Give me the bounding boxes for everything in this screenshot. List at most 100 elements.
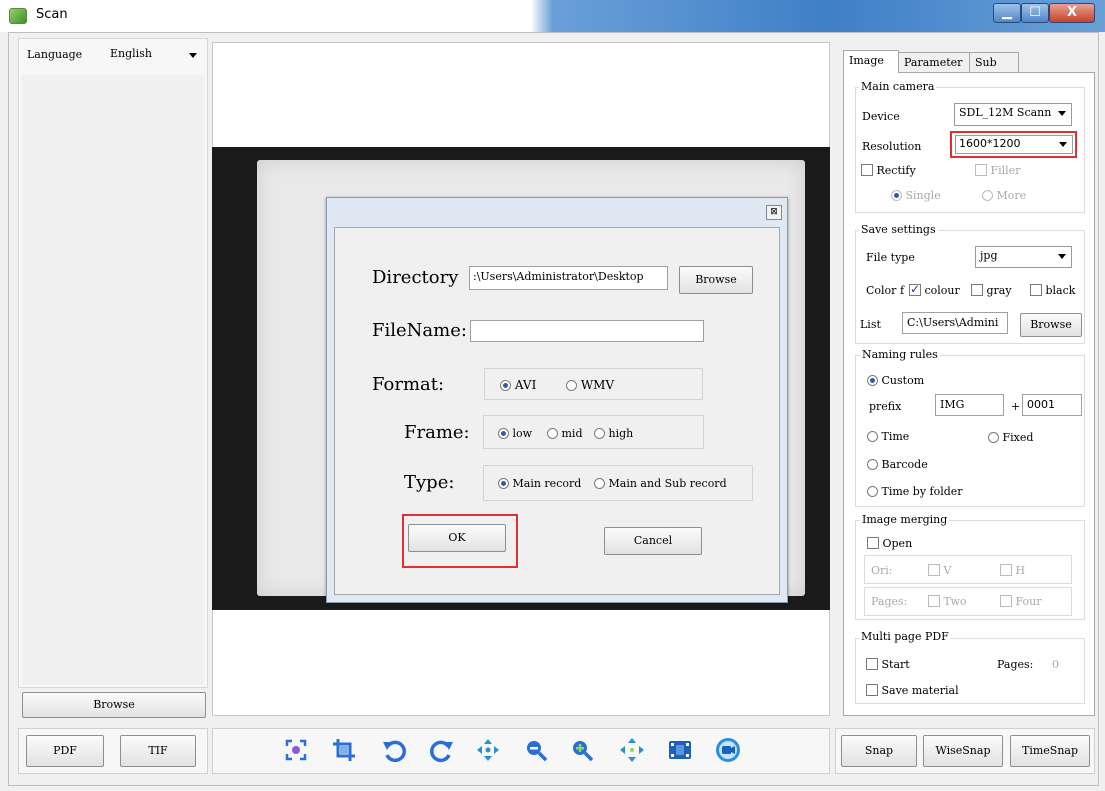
filename-input[interactable]: [470, 320, 704, 342]
type-main-radio[interactable]: Main record: [498, 477, 581, 490]
black-checkbox[interactable]: black: [1030, 284, 1090, 297]
rotate-left-icon[interactable]: [380, 736, 408, 764]
tab-parameter[interactable]: Parameter: [898, 52, 970, 72]
prefix-label: prefix: [869, 400, 902, 413]
save-material-checkbox[interactable]: Save material: [866, 684, 959, 697]
cancel-button[interactable]: Cancel: [604, 527, 702, 555]
two-checkbox[interactable]: Two: [928, 595, 966, 608]
four-checkbox[interactable]: Four: [1000, 595, 1042, 608]
v-checkbox[interactable]: V: [928, 564, 951, 577]
frame-mid-radio[interactable]: mid: [547, 427, 583, 440]
checkbox-icon: [861, 164, 873, 176]
ori-subgroup: [864, 555, 1072, 584]
checkbox-icon: [971, 284, 983, 296]
move-icon[interactable]: [474, 736, 502, 764]
crop-icon[interactable]: [330, 736, 358, 764]
pdf-pages-label: Pages:: [997, 658, 1034, 671]
directory-field[interactable]: :\Users\Administrator\Desktop: [469, 266, 668, 290]
resolution-select[interactable]: 1600*1200: [955, 135, 1073, 154]
barcode-radio[interactable]: Barcode: [867, 458, 928, 471]
close-button[interactable]: X: [1049, 3, 1095, 23]
focus-icon[interactable]: [282, 736, 310, 764]
checkbox-icon: [866, 684, 878, 696]
checkbox-icon: [909, 282, 921, 296]
radio-icon: [867, 459, 878, 470]
gray-checkbox[interactable]: gray: [971, 284, 1012, 297]
radio-icon: [867, 375, 878, 386]
expand-icon[interactable]: [618, 736, 646, 764]
h-checkbox[interactable]: H: [1000, 564, 1025, 577]
zoom-in-icon[interactable]: [568, 736, 596, 764]
dialog-close-icon[interactable]: ⊠: [766, 205, 782, 220]
fixed-radio[interactable]: Fixed: [988, 431, 1033, 444]
frame-low-radio[interactable]: low: [498, 427, 532, 440]
radio-icon: [498, 478, 509, 489]
file-type-label: File type: [866, 251, 915, 264]
ok-button[interactable]: OK: [408, 524, 506, 552]
timesnap-button[interactable]: TimeSnap: [1010, 735, 1090, 767]
tab-sub[interactable]: Sub: [969, 52, 1019, 72]
title-bar: Scan ▁ ☐ X: [0, 0, 1105, 32]
merge-open-checkbox[interactable]: Open: [867, 537, 912, 550]
checkbox-icon: [866, 658, 878, 670]
single-radio[interactable]: Single: [891, 189, 941, 202]
maximize-button[interactable]: ☐: [1021, 3, 1049, 23]
frame-label: Frame:: [404, 422, 470, 443]
format-avi-radio[interactable]: AVI: [500, 378, 536, 392]
list-path-field[interactable]: C:\Users\Admini: [902, 312, 1008, 334]
color-row: Color f: [866, 284, 904, 297]
format-wmv-radio[interactable]: WMV: [566, 378, 614, 392]
wisesnap-button[interactable]: WiseSnap: [923, 735, 1003, 767]
image-merging-title: Image merging: [860, 513, 950, 526]
film-icon[interactable]: [666, 736, 694, 764]
minimize-button[interactable]: ▁: [993, 3, 1021, 23]
chevron-down-icon: [1059, 142, 1067, 147]
rectify-checkbox[interactable]: Rectify: [861, 164, 916, 177]
pdf-pages-value: 0: [1052, 658, 1059, 671]
zoom-out-icon[interactable]: [522, 736, 550, 764]
chevron-down-icon: [189, 53, 197, 58]
time-radio[interactable]: Time: [867, 430, 909, 443]
custom-radio[interactable]: Custom: [867, 374, 924, 387]
chevron-down-icon: [1058, 254, 1066, 259]
number-input[interactable]: 0001: [1022, 394, 1082, 416]
file-type-select[interactable]: jpg: [975, 246, 1072, 268]
rotate-right-icon[interactable]: [428, 736, 456, 764]
left-browse-button[interactable]: Browse: [22, 692, 206, 718]
pdf-button[interactable]: PDF: [26, 735, 104, 767]
colour-checkbox[interactable]: colour: [909, 282, 960, 297]
snap-button[interactable]: Snap: [841, 735, 917, 767]
radio-icon: [566, 380, 577, 391]
naming-rules-title: Naming rules: [860, 348, 940, 361]
save-settings-title: Save settings: [859, 223, 938, 236]
file-list[interactable]: [22, 75, 204, 685]
record-icon[interactable]: [714, 736, 742, 764]
checkbox-icon: [1030, 284, 1042, 296]
window-title: Scan: [36, 7, 68, 22]
dialog-browse-button[interactable]: Browse: [679, 266, 753, 294]
language-label: Language: [27, 48, 83, 61]
type-label: Type:: [404, 472, 455, 493]
start-checkbox[interactable]: Start: [866, 658, 910, 671]
tab-image[interactable]: Image: [843, 50, 899, 73]
checkbox-icon: [1000, 595, 1012, 607]
time-by-folder-radio[interactable]: Time by folder: [867, 485, 963, 498]
tif-button[interactable]: TIF: [120, 735, 196, 767]
filler-checkbox[interactable]: Filler: [975, 164, 1020, 177]
language-select[interactable]: English: [106, 44, 203, 66]
main-camera-title: Main camera: [859, 80, 937, 93]
device-select[interactable]: SDL_12M Scann: [954, 103, 1072, 126]
frame-high-radio[interactable]: high: [594, 427, 633, 440]
plus-label: +: [1011, 400, 1021, 413]
more-radio[interactable]: More: [982, 189, 1026, 202]
radio-icon: [982, 190, 993, 201]
multi-page-pdf-title: Multi page PDF: [859, 630, 951, 643]
list-browse-button[interactable]: Browse: [1020, 313, 1082, 337]
radio-icon: [594, 478, 605, 489]
radio-icon: [498, 428, 509, 439]
radio-icon: [867, 431, 878, 442]
prefix-input[interactable]: IMG: [935, 394, 1004, 416]
checkbox-icon: [1000, 564, 1012, 576]
type-main-sub-radio[interactable]: Main and Sub record: [594, 477, 727, 490]
checkbox-icon: [928, 595, 940, 607]
